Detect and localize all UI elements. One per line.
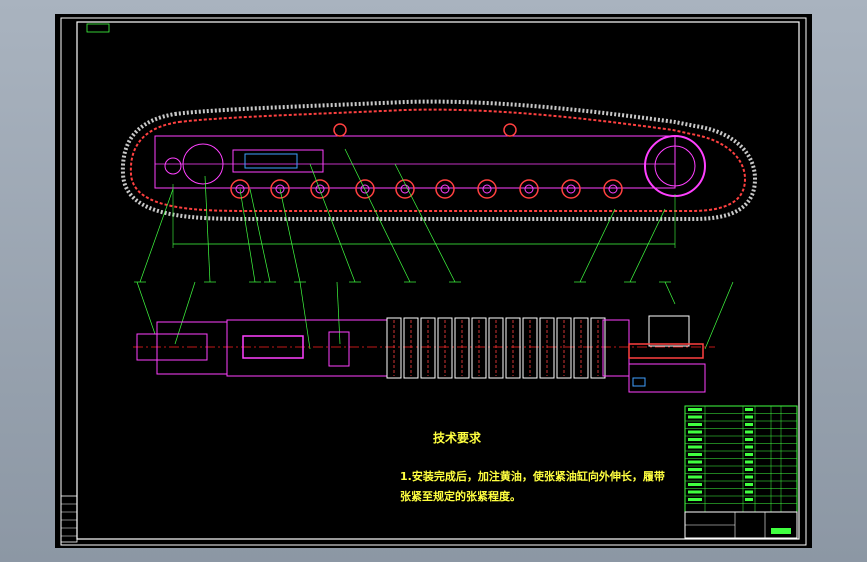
cylinder-block xyxy=(328,331,350,367)
leader-line xyxy=(279,188,301,283)
motor-port xyxy=(632,377,646,387)
parts-table-cell-mark xyxy=(745,453,753,456)
leader-line xyxy=(629,208,666,283)
track-chain-outer xyxy=(120,99,758,221)
track-roller-hub xyxy=(524,184,534,194)
parts-table-cell-mark xyxy=(688,445,702,449)
leader-line xyxy=(394,163,456,283)
parts-table-cell-mark xyxy=(745,460,753,464)
parts-table-cell-mark xyxy=(745,445,753,449)
parts-table-cell-mark xyxy=(745,490,753,494)
leader-line xyxy=(174,281,196,345)
leader-line xyxy=(344,148,411,283)
leader-line xyxy=(136,281,156,335)
track-roller xyxy=(561,179,581,199)
drawing-sheet: 技术要求 1.安装完成后，加注黄油，使张紧油缸向外伸长，履带 张紧至规定的张紧程… xyxy=(60,17,807,546)
track-roller xyxy=(477,179,497,199)
track-roller-hub xyxy=(482,184,492,194)
parts-table-cell-mark xyxy=(745,438,753,441)
leader-line xyxy=(139,188,174,283)
track-roller xyxy=(603,179,623,199)
part-leaders xyxy=(134,148,734,350)
leader-line xyxy=(204,175,211,283)
track-roller-hub xyxy=(315,184,325,194)
parts-table-cell-mark xyxy=(745,483,753,486)
margin-block-border xyxy=(60,495,78,543)
tech-requirements-heading: 技术要求 xyxy=(433,430,482,445)
frame-end xyxy=(602,319,630,377)
parts-table-cell-mark xyxy=(688,460,702,464)
track-roller-hub xyxy=(608,184,618,194)
track-rollers xyxy=(230,179,623,199)
leader-line xyxy=(664,281,676,305)
leader-line xyxy=(299,281,311,350)
track-plan-view xyxy=(133,315,715,393)
parts-table-cell-mark xyxy=(688,453,702,456)
parts-table-cell-mark xyxy=(745,415,753,419)
track-roller-hub xyxy=(566,184,576,194)
tech-requirements-line-1: 1.安装完成后，加注黄油，使张紧油缸向外伸长，履带 xyxy=(400,469,665,483)
parts-table-cell-mark xyxy=(688,468,702,471)
track-roller xyxy=(310,179,330,199)
parts-table-cell-mark xyxy=(688,475,702,479)
track-roller-hub xyxy=(440,184,450,194)
carrier-roller-right xyxy=(503,123,517,137)
tension-cylinder xyxy=(232,149,324,173)
leader-line xyxy=(336,281,341,345)
title-block-logo-mark xyxy=(771,528,791,534)
tension-spring xyxy=(244,153,298,169)
leader-line xyxy=(309,163,356,283)
idler-hub xyxy=(164,157,182,175)
parts-table-cell-mark xyxy=(745,498,753,501)
track-roller xyxy=(355,179,375,199)
parts-table-cell-mark xyxy=(688,438,702,441)
parts-table-cell-mark xyxy=(688,423,702,426)
sheet-tag-box xyxy=(86,23,110,33)
track-roller xyxy=(519,179,539,199)
track-roller-hub xyxy=(360,184,370,194)
track-side-view xyxy=(120,99,758,248)
parts-table-cell-mark xyxy=(745,408,753,411)
leader-line xyxy=(704,281,734,350)
track-roller xyxy=(435,179,455,199)
parts-table-cell-mark xyxy=(745,430,753,434)
parts-table-cell-mark xyxy=(688,430,702,434)
travel-motor xyxy=(648,315,690,347)
parts-table-cell-mark xyxy=(688,498,702,501)
title-block xyxy=(684,511,798,539)
parts-table-cell-mark xyxy=(745,475,753,479)
cad-viewport[interactable]: 技术要求 1.安装完成后，加注黄油，使张紧油缸向外伸长，履带 张紧至规定的张紧程… xyxy=(55,14,812,548)
carrier-roller-left xyxy=(333,123,347,137)
parts-table-cell-mark xyxy=(688,483,702,486)
parts-table-cell-mark xyxy=(688,415,702,419)
idler-bracket xyxy=(156,321,228,375)
track-shoes xyxy=(386,317,606,379)
parts-table-cell-mark xyxy=(688,408,702,411)
parts-list-table xyxy=(684,405,798,513)
parts-table-cell-mark xyxy=(745,468,753,471)
tech-requirements-line-2: 张紧至规定的张紧程度。 xyxy=(400,489,521,503)
parts-table-cell-mark xyxy=(688,490,702,494)
margin-revision-block xyxy=(60,495,78,543)
parts-table-cell-mark xyxy=(745,423,753,426)
